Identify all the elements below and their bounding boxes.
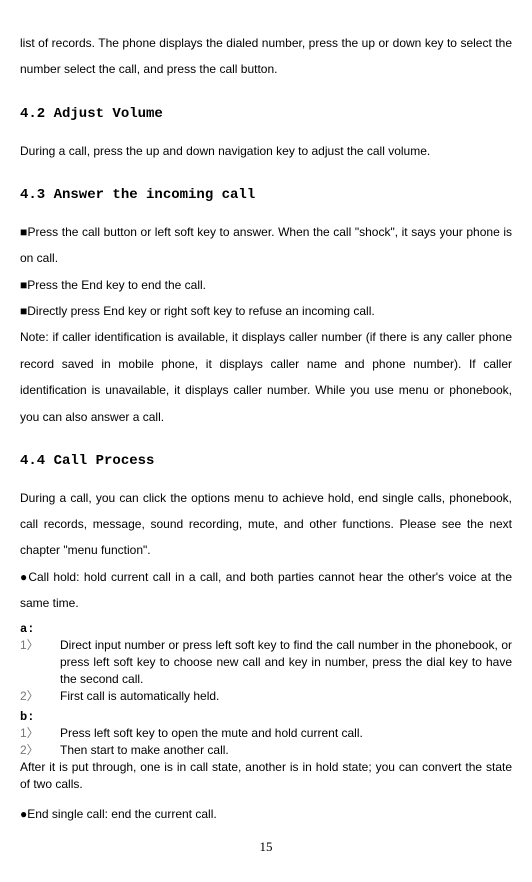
- page-number: 15: [20, 833, 512, 862]
- list-b-item-1: 1〉 Press left soft key to open the mute …: [20, 725, 512, 742]
- list-b-item-2: 2〉 Then start to make another call.: [20, 742, 512, 759]
- label-b: b:: [20, 709, 512, 726]
- list-a-item-1: 1〉 Direct input number or press left sof…: [20, 637, 512, 687]
- para-4-4-c: ●End single call: end the current call.: [20, 801, 512, 827]
- num-marker: 2〉: [20, 742, 60, 759]
- heading-4-3: 4.3 Answer the incoming call: [20, 180, 512, 211]
- heading-4-4: 4.4 Call Process: [20, 446, 512, 477]
- para-4-3-a: ■Press the call button or left soft key …: [20, 219, 512, 272]
- para-4-3-b: ■Press the End key to end the call.: [20, 272, 512, 298]
- num-marker: 2〉: [20, 688, 60, 705]
- para-4-3-c: ■Directly press End key or right soft ke…: [20, 298, 512, 324]
- label-a: a:: [20, 621, 512, 638]
- list-b-text-2: Then start to make another call.: [60, 742, 512, 759]
- num-marker: 1〉: [20, 725, 60, 742]
- list-b-text-1: Press left soft key to open the mute and…: [60, 725, 512, 742]
- intro-text: list of records. The phone displays the …: [20, 30, 512, 83]
- list-a-text-2: First call is automatically held.: [60, 688, 512, 705]
- heading-4-2: 4.2 Adjust Volume: [20, 99, 512, 130]
- para-4-3-note: Note: if caller identification is availa…: [20, 324, 512, 430]
- num-marker: 1〉: [20, 637, 60, 687]
- para-4-4-b: ●Call hold: hold current call in a call,…: [20, 564, 512, 617]
- list-a-text-1: Direct input number or press left soft k…: [60, 637, 512, 687]
- after-list-text: After it is put through, one is in call …: [20, 759, 512, 793]
- list-a-item-2: 2〉 First call is automatically held.: [20, 688, 512, 705]
- para-4-2: During a call, press the up and down nav…: [20, 138, 512, 164]
- para-4-4-a: During a call, you can click the options…: [20, 485, 512, 564]
